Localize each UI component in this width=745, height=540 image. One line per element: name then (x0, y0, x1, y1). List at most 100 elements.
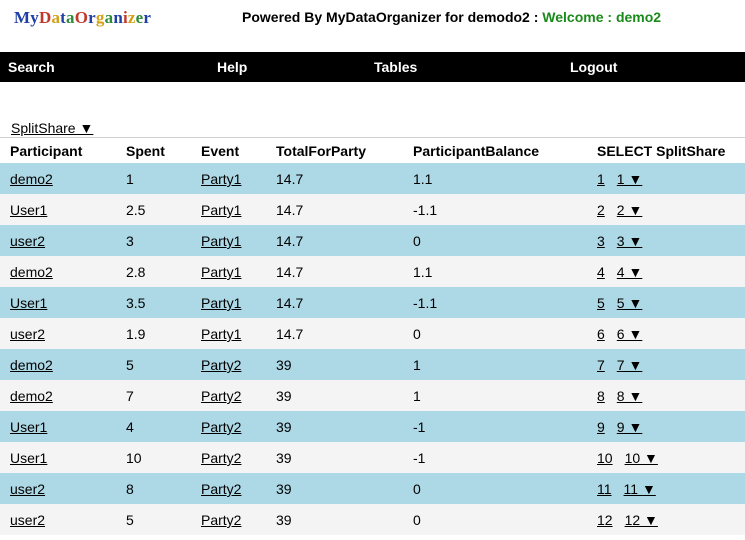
table-selector-dropdown[interactable]: SplitShare ▼ (11, 120, 93, 136)
spent-cell: 2.8 (126, 264, 146, 280)
record-action-dropdown[interactable]: 2 ▼ (617, 202, 643, 218)
participant-balance-cell: 0 (413, 326, 421, 342)
column-header-select-splitshare[interactable]: SELECT SplitShare (597, 143, 725, 159)
participant-link[interactable]: User1 (10, 450, 47, 466)
spent-cell: 3.5 (126, 295, 146, 311)
splitshare-select-cell: 11 11 ▼ (597, 481, 656, 497)
participant-link[interactable]: demo2 (10, 171, 53, 187)
total-for-party-cell: 39 (276, 388, 292, 404)
participant-balance-cell: -1.1 (413, 202, 438, 218)
record-id-link[interactable]: 1 (597, 171, 605, 187)
participant-link[interactable]: user2 (10, 326, 45, 342)
record-action-dropdown[interactable]: 8 ▼ (617, 388, 643, 404)
table-header-row: Participant Spent Event TotalForParty Pa… (0, 138, 745, 163)
record-id-link[interactable]: 10 (597, 450, 613, 466)
event-link[interactable]: Party2 (201, 388, 241, 404)
column-header-participant-balance[interactable]: ParticipantBalance (413, 143, 539, 159)
column-header-event[interactable]: Event (201, 143, 239, 159)
spent-cell: 5 (126, 357, 134, 373)
record-action-dropdown[interactable]: 6 ▼ (617, 326, 643, 342)
logo-letter: g (95, 8, 105, 27)
column-header-total-for-party[interactable]: TotalForParty (276, 143, 366, 159)
logo-letter: O (74, 8, 89, 27)
record-id-link[interactable]: 2 (597, 202, 605, 218)
nav-help[interactable]: Help (217, 59, 247, 75)
spent-cell: 10 (126, 450, 142, 466)
nav-tables[interactable]: Tables (374, 59, 417, 75)
logo-letter: r (143, 8, 152, 27)
total-for-party-cell: 14.7 (276, 171, 304, 187)
record-id-link[interactable]: 5 (597, 295, 605, 311)
participant-link[interactable]: User1 (10, 295, 47, 311)
table-row: User1 2.5 Party1 14.7 -1.1 2 2 ▼ (0, 194, 745, 225)
total-for-party-cell: 14.7 (276, 295, 304, 311)
record-id-link[interactable]: 3 (597, 233, 605, 249)
record-action-dropdown[interactable]: 9 ▼ (617, 419, 643, 435)
event-link[interactable]: Party1 (201, 233, 241, 249)
spent-cell: 8 (126, 481, 134, 497)
event-link[interactable]: Party1 (201, 264, 241, 280)
participant-balance-cell: -1.1 (413, 295, 438, 311)
event-link[interactable]: Party1 (201, 295, 241, 311)
logo-letter: a (66, 8, 75, 27)
record-action-dropdown[interactable]: 3 ▼ (617, 233, 643, 249)
participant-link[interactable]: demo2 (10, 357, 53, 373)
splitshare-select-cell: 2 2 ▼ (597, 202, 642, 218)
participant-link[interactable]: demo2 (10, 264, 53, 280)
table-row: demo2 5 Party2 39 1 7 7 ▼ (0, 349, 745, 380)
participant-balance-cell: -1 (413, 419, 426, 435)
splitshare-select-cell: 3 3 ▼ (597, 233, 642, 249)
record-id-link[interactable]: 8 (597, 388, 605, 404)
splitshare-select-cell: 8 8 ▼ (597, 388, 642, 404)
record-action-dropdown[interactable]: 10 ▼ (625, 450, 658, 466)
spent-cell: 3 (126, 233, 134, 249)
event-link[interactable]: Party1 (201, 171, 241, 187)
spent-cell: 1 (126, 171, 134, 187)
event-link[interactable]: Party2 (201, 481, 241, 497)
participant-link[interactable]: user2 (10, 512, 45, 528)
spent-cell: 5 (126, 512, 134, 528)
event-link[interactable]: Party2 (201, 512, 241, 528)
event-link[interactable]: Party1 (201, 326, 241, 342)
table-row: demo2 1 Party1 14.7 1.1 1 1 ▼ (0, 163, 745, 194)
participant-link[interactable]: user2 (10, 481, 45, 497)
record-id-link[interactable]: 12 (597, 512, 613, 528)
record-id-link[interactable]: 11 (597, 481, 612, 497)
record-id-link[interactable]: 4 (597, 264, 605, 280)
record-action-dropdown[interactable]: 12 ▼ (625, 512, 658, 528)
total-for-party-cell: 39 (276, 450, 292, 466)
record-id-link[interactable]: 6 (597, 326, 605, 342)
column-header-spent[interactable]: Spent (126, 143, 165, 159)
column-header-participant[interactable]: Participant (10, 143, 82, 159)
splitshare-select-cell: 7 7 ▼ (597, 357, 642, 373)
record-action-dropdown[interactable]: 7 ▼ (617, 357, 643, 373)
participant-link[interactable]: user2 (10, 233, 45, 249)
record-action-dropdown[interactable]: 1 ▼ (617, 171, 643, 187)
nav-bar: Search Help Tables Logout (0, 52, 745, 82)
participant-link[interactable]: demo2 (10, 388, 53, 404)
nav-logout[interactable]: Logout (570, 59, 617, 75)
participant-balance-cell: 1 (413, 388, 421, 404)
record-action-dropdown[interactable]: 11 ▼ (624, 481, 656, 497)
event-link[interactable]: Party1 (201, 202, 241, 218)
event-link[interactable]: Party2 (201, 419, 241, 435)
splitshare-select-cell: 5 5 ▼ (597, 295, 642, 311)
splitshare-select-cell: 12 12 ▼ (597, 512, 658, 528)
splitshare-select-cell: 9 9 ▼ (597, 419, 642, 435)
participant-link[interactable]: User1 (10, 202, 47, 218)
record-action-dropdown[interactable]: 5 ▼ (617, 295, 643, 311)
total-for-party-cell: 14.7 (276, 264, 304, 280)
logo-letter: M (14, 8, 31, 27)
event-link[interactable]: Party2 (201, 357, 241, 373)
record-id-link[interactable]: 7 (597, 357, 605, 373)
table-row: user2 8 Party2 39 0 11 11 ▼ (0, 473, 745, 504)
table-row: demo2 2.8 Party1 14.7 1.1 4 4 ▼ (0, 256, 745, 287)
event-link[interactable]: Party2 (201, 450, 241, 466)
participant-link[interactable]: User1 (10, 419, 47, 435)
data-table: Participant Spent Event TotalForParty Pa… (0, 137, 745, 535)
total-for-party-cell: 14.7 (276, 233, 304, 249)
record-id-link[interactable]: 9 (597, 419, 605, 435)
nav-search[interactable]: Search (8, 59, 55, 75)
record-action-dropdown[interactable]: 4 ▼ (617, 264, 643, 280)
spent-cell: 2.5 (126, 202, 146, 218)
